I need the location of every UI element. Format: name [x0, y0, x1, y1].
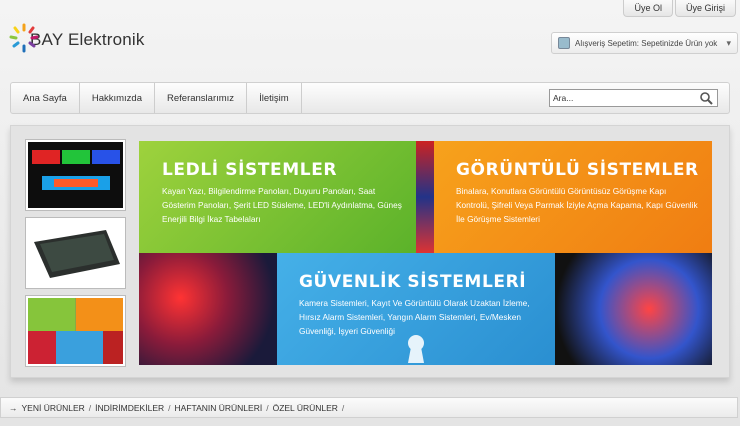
arrow-right-icon: →: [9, 402, 18, 413]
product-tabs: → YENİ ÜRÜNLER / İNDİRİMDEKİLER / HAFTAN…: [0, 397, 738, 418]
search-box: [549, 89, 718, 107]
tab-new-products[interactable]: YENİ ÜRÜNLER: [22, 403, 85, 413]
led-module-image: [28, 220, 123, 286]
security-systems-tile[interactable]: GÜVENLİK SİSTEMLERİ Kamera Sistemleri, K…: [277, 253, 555, 365]
logo[interactable]: BAY Elektronik: [8, 22, 145, 54]
top-links: Üye Ol Üye Girişi: [621, 0, 736, 17]
security-systems-title: GÜVENLİK SİSTEMLERİ: [299, 272, 527, 292]
shopping-cart-dropdown[interactable]: Alışveriş Sepetim: Sepetinizde Ürün yok …: [551, 32, 738, 54]
banner-mini-image: [28, 298, 123, 364]
cart-label: Alışveriş Sepetim: Sepetinizde Ürün yok: [575, 38, 718, 48]
tab-separator: /: [266, 402, 269, 413]
led-lights-image-left: [139, 253, 277, 365]
nav-item-contact[interactable]: İletişim: [247, 83, 302, 113]
led-panel-image: [28, 142, 123, 208]
nav-item-home[interactable]: Ana Sayfa: [11, 83, 80, 113]
led-strip-image: [416, 141, 434, 253]
keyhole-icon: [408, 335, 424, 363]
nav-item-references[interactable]: Referanslarımız: [155, 83, 248, 113]
slider-thumb-banner[interactable]: [26, 296, 125, 366]
slider-thumb-led-display[interactable]: [26, 140, 125, 210]
cart-icon: [558, 37, 570, 49]
search-input[interactable]: [550, 91, 690, 105]
logo-icon: [9, 23, 39, 53]
security-systems-text: Kamera Sistemleri, Kayıt Ve Görüntülü Ol…: [299, 298, 530, 336]
login-link[interactable]: Üye Girişi: [674, 0, 736, 17]
tab-separator: /: [168, 402, 171, 413]
register-link[interactable]: Üye Ol: [623, 0, 673, 17]
tab-separator: /: [341, 402, 345, 413]
video-systems-tile[interactable]: GÖRÜNTÜLÜ SİSTEMLER Binalara, Konutlara …: [434, 141, 712, 253]
led-systems-title: LEDLİ SİSTEMLER: [162, 160, 338, 180]
led-lights-image-right: [555, 253, 712, 365]
video-systems-title: GÖRÜNTÜLÜ SİSTEMLER: [456, 160, 699, 180]
tab-weekly-products[interactable]: HAFTANIN ÜRÜNLERİ: [175, 403, 263, 413]
tab-separator: /: [88, 402, 92, 413]
chevron-down-icon: ▾: [726, 37, 731, 48]
tab-special-products[interactable]: ÖZEL ÜRÜNLER: [273, 403, 338, 413]
slider-thumb-led-module[interactable]: [26, 218, 125, 288]
video-systems-text: Binalara, Konutlara Görüntülü Görüntüsüz…: [456, 186, 698, 224]
led-systems-tile[interactable]: LEDLİ SİSTEMLER Kayan Yazı, Bilgilendirm…: [139, 141, 416, 253]
tab-discounted[interactable]: İNDİRİMDEKİLER: [95, 403, 164, 413]
search-icon[interactable]: [699, 91, 713, 105]
led-systems-text: Kayan Yazı, Bilgilendirme Panoları, Duyu…: [162, 186, 402, 224]
logo-text: BAY Elektronik: [30, 30, 145, 49]
main-banner[interactable]: LEDLİ SİSTEMLER Kayan Yazı, Bilgilendirm…: [139, 141, 712, 365]
nav-item-about[interactable]: Hakkımızda: [80, 83, 155, 113]
